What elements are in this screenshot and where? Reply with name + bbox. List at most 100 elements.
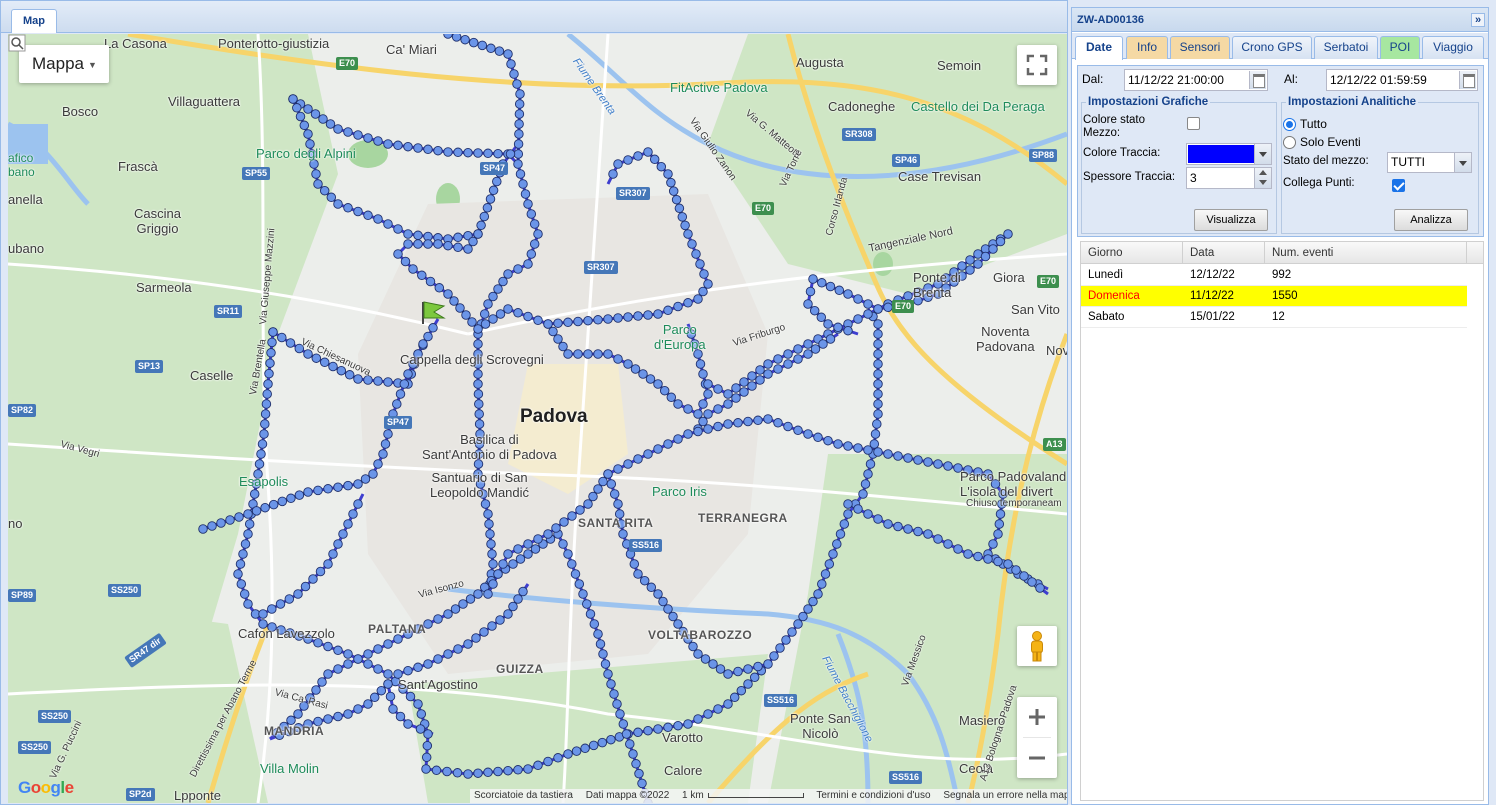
tab-info[interactable]: Info: [1126, 36, 1168, 59]
gps-point-marker[interactable]: [1003, 559, 1013, 569]
gps-point-marker[interactable]: [493, 148, 503, 159]
gps-point-marker[interactable]: [460, 34, 470, 45]
gps-point-marker[interactable]: [368, 469, 378, 479]
gps-point-marker[interactable]: [254, 459, 265, 469]
gps-point-marker[interactable]: [593, 484, 603, 494]
calendar-icon[interactable]: [1249, 71, 1266, 89]
gps-point-marker[interactable]: [913, 455, 923, 465]
gps-point-marker[interactable]: [723, 419, 733, 429]
gps-point-marker[interactable]: [450, 604, 461, 614]
gps-point-marker[interactable]: [593, 315, 603, 325]
gps-point-marker[interactable]: [508, 601, 518, 612]
gps-point-marker[interactable]: [663, 169, 673, 179]
gps-point-marker[interactable]: [1011, 565, 1021, 575]
gps-point-marker[interactable]: [903, 453, 913, 463]
gps-point-marker[interactable]: [582, 599, 592, 609]
gps-point-marker[interactable]: [543, 529, 553, 539]
gps-point-marker[interactable]: [461, 310, 471, 320]
gps-point-marker[interactable]: [369, 692, 380, 703]
gps-point-marker[interactable]: [400, 256, 411, 267]
gps-point-marker[interactable]: [495, 309, 506, 319]
gps-point-marker[interactable]: [373, 664, 383, 674]
gps-point-marker[interactable]: [773, 364, 783, 374]
gps-point-marker[interactable]: [474, 399, 484, 409]
gps-point-marker[interactable]: [943, 461, 953, 471]
gps-point-marker[interactable]: [747, 371, 757, 381]
gps-point-marker[interactable]: [479, 309, 490, 319]
gps-point-marker[interactable]: [683, 429, 693, 439]
track-color-picker[interactable]: [1186, 143, 1272, 165]
gps-point-marker[interactable]: [267, 604, 277, 614]
gps-point-marker[interactable]: [713, 421, 723, 432]
gps-point-marker[interactable]: [825, 334, 836, 344]
gps-point-marker[interactable]: [643, 725, 653, 736]
gps-point-marker[interactable]: [363, 699, 373, 709]
gps-point-marker[interactable]: [863, 469, 873, 479]
tab-crono-gps[interactable]: Crono GPS: [1232, 36, 1312, 59]
gps-point-marker[interactable]: [293, 589, 303, 599]
gps-point-marker[interactable]: [683, 229, 693, 239]
gps-point-marker[interactable]: [474, 419, 485, 429]
gps-point-marker[interactable]: [677, 212, 688, 222]
gps-point-marker[interactable]: [303, 129, 313, 139]
column-header-day[interactable]: Giorno: [1081, 242, 1183, 264]
gps-point-marker[interactable]: [763, 414, 773, 424]
gps-point-marker[interactable]: [953, 544, 963, 554]
gps-point-marker[interactable]: [598, 476, 608, 487]
gps-point-marker[interactable]: [317, 677, 327, 687]
gps-point-marker[interactable]: [606, 479, 617, 489]
gps-point-marker[interactable]: [395, 389, 406, 399]
gps-point-marker[interactable]: [893, 521, 903, 532]
gps-point-marker[interactable]: [338, 529, 348, 539]
gps-point-marker[interactable]: [613, 499, 623, 509]
gps-point-marker[interactable]: [503, 304, 513, 314]
gps-point-marker[interactable]: [523, 199, 533, 209]
gps-point-marker[interactable]: [360, 474, 371, 484]
gps-point-marker[interactable]: [753, 661, 763, 672]
gps-point-marker[interactable]: [893, 451, 903, 461]
gps-point-marker[interactable]: [673, 619, 683, 629]
gps-point-marker[interactable]: [863, 445, 873, 455]
gps-point-marker[interactable]: [813, 432, 823, 443]
gps-point-marker[interactable]: [383, 429, 393, 439]
gps-point-marker[interactable]: [843, 441, 853, 451]
map-type-button[interactable]: Mappa ▼: [19, 45, 109, 83]
gps-point-marker[interactable]: [816, 312, 827, 323]
column-header-events[interactable]: Num. eventi: [1265, 242, 1467, 264]
gps-point-marker[interactable]: [973, 551, 983, 562]
gps-point-marker[interactable]: [395, 711, 406, 722]
gps-point-marker[interactable]: [853, 443, 863, 453]
gps-point-marker[interactable]: [693, 294, 703, 304]
gps-point-marker[interactable]: [503, 765, 513, 776]
gps-point-marker[interactable]: [820, 569, 831, 579]
gps-point-marker[interactable]: [473, 589, 483, 599]
gps-point-marker[interactable]: [299, 120, 310, 131]
gps-point-marker[interactable]: [933, 534, 943, 544]
gps-point-marker[interactable]: [523, 311, 533, 322]
gps-point-marker[interactable]: [266, 348, 276, 358]
gps-point-marker[interactable]: [913, 526, 923, 537]
gps-point-marker[interactable]: [383, 639, 393, 649]
gps-point-marker[interactable]: [743, 416, 753, 427]
gps-point-marker[interactable]: [333, 124, 343, 134]
gps-point-marker[interactable]: [428, 323, 438, 333]
gps-point-marker[interactable]: [373, 376, 383, 386]
gps-point-marker[interactable]: [621, 729, 632, 739]
gps-point-marker[interactable]: [333, 664, 343, 674]
gps-point-marker[interactable]: [700, 654, 711, 664]
gps-point-marker[interactable]: [683, 298, 693, 308]
gps-point-marker[interactable]: [773, 418, 783, 428]
gps-point-marker[interactable]: [793, 354, 803, 364]
gps-point-marker[interactable]: [835, 529, 846, 539]
gps-point-marker[interactable]: [413, 662, 423, 673]
gps-point-marker[interactable]: [923, 529, 933, 539]
gps-point-marker[interactable]: [514, 129, 524, 139]
gps-point-marker[interactable]: [823, 435, 833, 446]
gps-point-marker[interactable]: [873, 389, 883, 399]
gps-point-marker[interactable]: [474, 409, 484, 419]
gps-point-marker[interactable]: [646, 582, 657, 593]
gps-point-marker[interactable]: [393, 140, 403, 151]
gps-point-marker[interactable]: [630, 364, 641, 374]
gps-point-marker[interactable]: [563, 749, 573, 759]
table-row[interactable]: Lunedì 12/12/22 992: [1081, 265, 1467, 286]
